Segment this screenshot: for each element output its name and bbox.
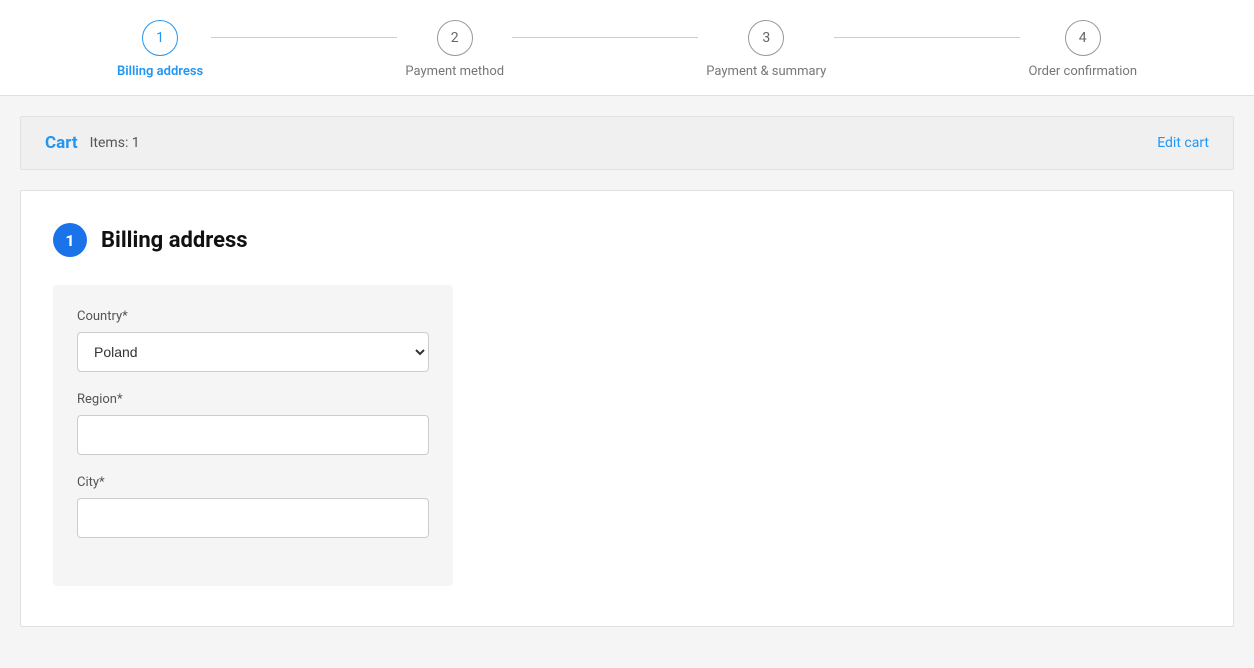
step-4-label: Order confirmation xyxy=(1028,64,1137,79)
section-header: 1 Billing address xyxy=(53,223,1201,257)
step-1-circle: 1 xyxy=(142,20,178,56)
cart-items-count: Items: 1 xyxy=(90,135,140,151)
stepper-container: 1 Billing address 2 Payment method 3 Pay… xyxy=(0,0,1254,96)
region-input[interactable] xyxy=(77,415,429,455)
step-3: 3 Payment & summary xyxy=(706,20,826,79)
edit-cart-link[interactable]: Edit cart xyxy=(1157,135,1209,151)
main-content: 1 Billing address Country* Poland German… xyxy=(20,190,1234,627)
billing-form-card: Country* Poland Germany France United Ki… xyxy=(53,285,453,586)
region-label: Region* xyxy=(77,392,429,407)
cart-bar: Cart Items: 1 Edit cart xyxy=(20,116,1234,170)
country-label: Country* xyxy=(77,309,429,324)
country-group: Country* Poland Germany France United Ki… xyxy=(77,309,429,372)
city-label: City* xyxy=(77,475,429,490)
billing-step-badge: 1 xyxy=(53,223,87,257)
step-3-circle: 3 xyxy=(748,20,784,56)
cart-title: Cart xyxy=(45,133,78,153)
region-group: Region* xyxy=(77,392,429,455)
step-line-2 xyxy=(512,37,698,39)
city-input[interactable] xyxy=(77,498,429,538)
step-2: 2 Payment method xyxy=(405,20,504,79)
step-2-label: Payment method xyxy=(405,64,504,79)
country-select[interactable]: Poland Germany France United Kingdom Uni… xyxy=(77,332,429,372)
step-3-label: Payment & summary xyxy=(706,64,826,79)
cart-left: Cart Items: 1 xyxy=(45,133,140,153)
billing-section-title: Billing address xyxy=(101,228,248,253)
step-1: 1 Billing address xyxy=(117,20,203,79)
step-4: 4 Order confirmation xyxy=(1028,20,1137,79)
step-2-circle: 2 xyxy=(437,20,473,56)
step-line-1 xyxy=(211,37,397,39)
step-1-label: Billing address xyxy=(117,64,203,79)
city-group: City* xyxy=(77,475,429,538)
step-line-3 xyxy=(834,37,1020,39)
stepper: 1 Billing address 2 Payment method 3 Pay… xyxy=(77,20,1177,79)
step-4-circle: 4 xyxy=(1065,20,1101,56)
